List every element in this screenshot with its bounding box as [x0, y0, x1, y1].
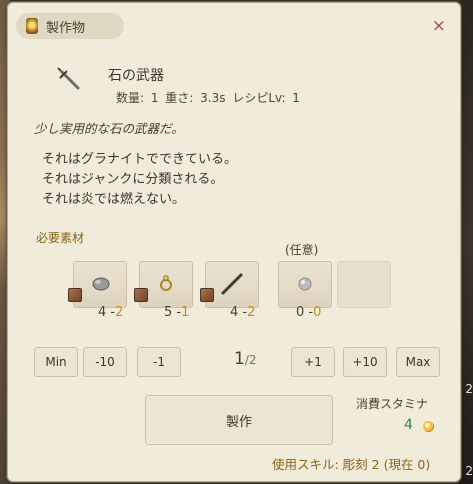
skill-info: 使用スキル: 彫刻 2 (現在 0): [272, 457, 431, 472]
minus1-button[interactable]: -1: [137, 347, 181, 377]
gem-icon: [298, 277, 312, 291]
brick-icon: [200, 288, 214, 302]
item-properties: それはグラナイトでできている。 それはジャンクに分類される。 それは炎では燃えな…: [42, 150, 237, 210]
stamina-value: 4: [404, 417, 413, 433]
item-meta: 数量: 1 重さ: 3.3s レシピLv: 1: [116, 91, 300, 105]
material-count: 4 -2: [98, 305, 124, 320]
stick-icon: [221, 273, 243, 295]
edge-glyph: 2: [465, 464, 473, 478]
torch-icon: [26, 18, 38, 34]
property-line: それはジャンクに分類される。: [42, 172, 224, 187]
crafting-window: 製作物 × 石の武器 数量: 1 重さ: 3.3s レシピLv: 1 少し実用的…: [7, 2, 461, 482]
material-slot-stick[interactable]: [200, 261, 259, 308]
min-button[interactable]: Min: [34, 347, 78, 377]
page-indicator: 1/2: [234, 349, 257, 369]
optional-label: (任意): [285, 243, 319, 257]
stamina-icon: [423, 421, 434, 432]
material-slot-ring[interactable]: [134, 261, 193, 308]
stone-weapon-icon: [57, 67, 80, 90]
item-description: 少し実用的な石の武器だ。: [34, 121, 184, 136]
material-slot-empty[interactable]: [337, 261, 391, 308]
craft-button[interactable]: 製作: [145, 395, 333, 445]
property-line: それは炎では燃えない。: [42, 192, 186, 207]
brick-icon: [68, 288, 82, 302]
background-right-strip: [459, 0, 473, 484]
material-slot-stone[interactable]: [68, 261, 127, 308]
close-button[interactable]: ×: [432, 16, 446, 36]
material-slot-optional[interactable]: [278, 261, 332, 308]
page-current: 1: [234, 349, 245, 369]
minus10-button[interactable]: -10: [83, 347, 127, 377]
brick-icon: [134, 288, 148, 302]
material-count: 5 -1: [164, 305, 190, 320]
ring-icon: [160, 275, 172, 291]
materials-label: 必要素材: [36, 231, 85, 245]
plus10-button[interactable]: +10: [343, 347, 387, 377]
item-name: 石の武器: [108, 68, 164, 84]
material-count: 4 -2: [230, 305, 256, 320]
property-line: それはグラナイトでできている。: [42, 152, 238, 167]
title-tab: 製作物: [16, 13, 124, 39]
edge-glyph: 2: [465, 382, 473, 396]
plus1-button[interactable]: +1: [291, 347, 335, 377]
page-total: /2: [244, 353, 257, 367]
window-title: 製作物: [46, 20, 86, 36]
stamina-label: 消費スタミナ: [356, 397, 429, 411]
material-count: 0 -0: [296, 305, 322, 320]
max-button[interactable]: Max: [396, 347, 440, 377]
stone-icon: [92, 277, 110, 291]
